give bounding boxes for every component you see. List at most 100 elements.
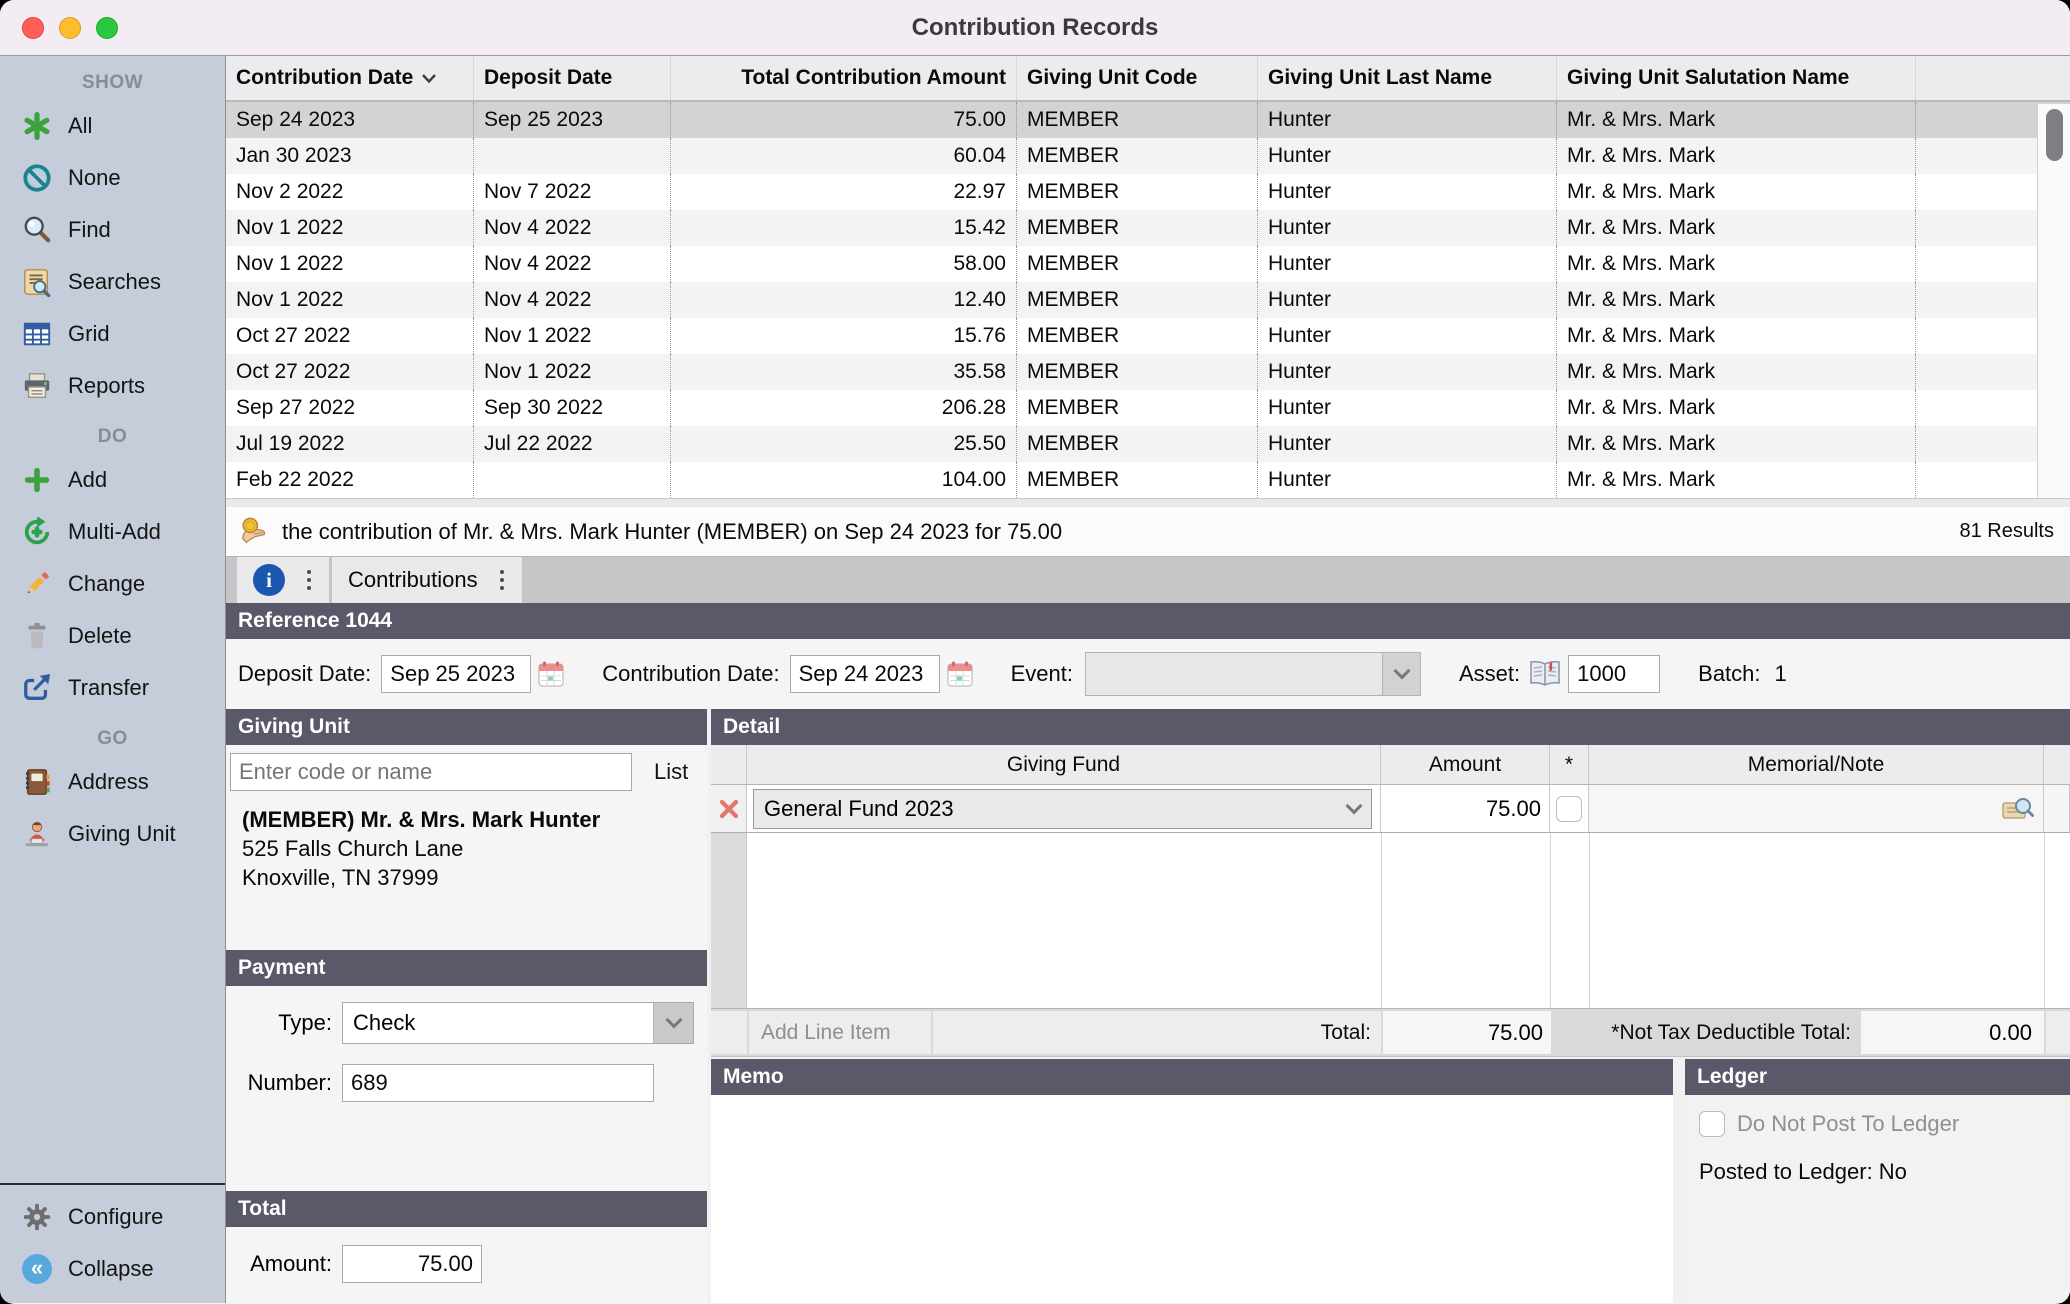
tab-contributions[interactable]: Contributions xyxy=(332,557,522,603)
table-row[interactable]: Jul 19 2022Jul 22 202225.50MEMBERHunterM… xyxy=(226,426,2070,462)
table-cell: 22.97 xyxy=(671,174,1017,210)
transfer-icon xyxy=(20,671,54,705)
giving-unit-panel: List (MEMBER) Mr. & Mrs. Mark Hunter 525… xyxy=(226,745,707,950)
event-select-button[interactable] xyxy=(1382,653,1420,695)
deposit-date-input[interactable] xyxy=(381,655,531,693)
table-row[interactable]: Nov 1 2022Nov 4 202212.40MEMBERHunterMr.… xyxy=(226,282,2070,318)
tab-menu-icon[interactable] xyxy=(305,568,313,592)
plus-icon xyxy=(20,463,54,497)
sidebar-item-change[interactable]: Change xyxy=(0,558,225,610)
table-cell: Nov 1 2022 xyxy=(474,354,671,390)
contribution-date-input[interactable] xyxy=(790,655,940,693)
payment-header: Payment xyxy=(226,950,707,986)
do-not-post-checkbox[interactable] xyxy=(1699,1111,1725,1137)
sidebar-footer: Configure « Collapse xyxy=(0,1183,225,1303)
sidebar-item-transfer[interactable]: Transfer xyxy=(0,662,225,714)
sidebar-item-delete[interactable]: Delete xyxy=(0,610,225,662)
table-horizontal-scrollbar[interactable] xyxy=(226,498,2070,507)
table-cell: Mr. & Mrs. Mark xyxy=(1557,138,1916,174)
table-cell-blank xyxy=(1916,426,2036,462)
table-vertical-scrollbar[interactable] xyxy=(2037,104,2070,498)
table-cell: Hunter xyxy=(1258,390,1557,426)
memo-textarea[interactable] xyxy=(711,1095,1673,1303)
zoom-button[interactable] xyxy=(96,17,118,39)
close-button[interactable] xyxy=(22,17,44,39)
event-select[interactable] xyxy=(1085,652,1421,696)
table-cell: MEMBER xyxy=(1017,390,1258,426)
line-item-amount[interactable]: 75.00 xyxy=(1381,785,1550,832)
footer-stub xyxy=(2046,1011,2070,1054)
sidebar-item-grid[interactable]: Grid xyxy=(0,308,225,360)
delete-line-item-button[interactable] xyxy=(711,785,747,832)
column-header-giving-unit-last-name[interactable]: Giving Unit Last Name xyxy=(1258,56,1557,100)
table-cell: Hunter xyxy=(1258,354,1557,390)
table-cell: MEMBER xyxy=(1017,246,1258,282)
contribution-date-calendar-button[interactable] xyxy=(947,661,973,687)
sidebar-item-collapse[interactable]: « Collapse xyxy=(0,1243,225,1295)
asset-input[interactable] xyxy=(1568,655,1660,693)
tab-menu-icon[interactable] xyxy=(498,568,506,592)
sidebar-item-searches[interactable]: Searches xyxy=(0,256,225,308)
sidebar-item-all[interactable]: All xyxy=(0,100,225,152)
list-button[interactable]: List xyxy=(648,758,694,786)
detail-line-item-row: General Fund 2023 75.00 xyxy=(711,785,2070,833)
sidebar-item-label: All xyxy=(68,113,92,139)
total-amount-input[interactable] xyxy=(342,1245,482,1283)
table-row[interactable]: Jan 30 202360.04MEMBERHunterMr. & Mrs. M… xyxy=(226,138,2070,174)
payment-type-select-button[interactable] xyxy=(653,1003,693,1043)
column-header-giving-unit-code[interactable]: Giving Unit Code xyxy=(1017,56,1258,100)
sidebar-item-find[interactable]: Find xyxy=(0,204,225,256)
table-row[interactable]: Nov 1 2022Nov 4 202215.42MEMBERHunterMr.… xyxy=(226,210,2070,246)
table-cell: Oct 27 2022 xyxy=(226,318,474,354)
giving-fund-select[interactable]: General Fund 2023 xyxy=(753,789,1372,829)
info-icon[interactable]: i xyxy=(253,564,285,596)
giving-unit-address-line1: 525 Falls Church Lane xyxy=(242,834,707,863)
column-header-contribution-date[interactable]: Contribution Date xyxy=(226,56,474,100)
sidebar-item-address[interactable]: Address xyxy=(0,756,225,808)
table-row[interactable]: Nov 2 2022Nov 7 202222.97MEMBERHunterMr.… xyxy=(226,174,2070,210)
sidebar-item-configure[interactable]: Configure xyxy=(0,1191,225,1243)
minimize-button[interactable] xyxy=(59,17,81,39)
column-header-total-contribution-amount[interactable]: Total Contribution Amount xyxy=(671,56,1017,100)
detail-row-stub xyxy=(2044,785,2070,832)
table-row[interactable]: Sep 27 2022Sep 30 2022206.28MEMBERHunter… xyxy=(226,390,2070,426)
table-cell-blank xyxy=(1916,246,2036,282)
payment-number-input[interactable] xyxy=(342,1064,654,1102)
total-panel: Amount: xyxy=(226,1227,707,1303)
sidebar-item-reports[interactable]: Reports xyxy=(0,360,225,412)
table-cell: Hunter xyxy=(1258,102,1557,138)
grid-icon xyxy=(20,317,54,351)
info-tab[interactable]: i xyxy=(237,557,329,603)
scrollbar-thumb[interactable] xyxy=(2046,109,2063,161)
sidebar-item-add[interactable]: Add xyxy=(0,454,225,506)
tab-bar: i Contributions xyxy=(226,557,2070,603)
table-row[interactable]: Sep 24 2023Sep 25 202375.00MEMBERHunterM… xyxy=(226,102,2070,138)
record-editor: Giving Unit List (MEMBER) Mr. & Mrs. Mar… xyxy=(226,709,2070,1303)
column-header-giving-unit-salutation-name[interactable]: Giving Unit Salutation Name xyxy=(1557,56,1916,100)
deposit-date-calendar-button[interactable] xyxy=(538,661,564,687)
table-cell: Nov 1 2022 xyxy=(226,282,474,318)
ledger-book-icon[interactable] xyxy=(1528,657,1562,691)
table-row[interactable]: Oct 27 2022Nov 1 202235.58MEMBERHunterMr… xyxy=(226,354,2070,390)
sidebar-item-none[interactable]: None xyxy=(0,152,225,204)
sidebar-item-multi-add[interactable]: Multi-Add xyxy=(0,506,225,558)
payment-type-select[interactable]: Check xyxy=(342,1002,694,1044)
table-row[interactable]: Oct 27 2022Nov 1 202215.76MEMBERHunterMr… xyxy=(226,318,2070,354)
memorial-note-cell[interactable] xyxy=(1589,785,2044,832)
calendar-icon xyxy=(947,661,973,687)
table-row[interactable]: Feb 22 2022104.00MEMBERHunterMr. & Mrs. … xyxy=(226,462,2070,498)
sidebar-item-giving-unit[interactable]: Giving Unit xyxy=(0,808,225,860)
table-cell: Hunter xyxy=(1258,462,1557,498)
table-row[interactable]: Nov 1 2022Nov 4 202258.00MEMBERHunterMr.… xyxy=(226,246,2070,282)
column-header-blank xyxy=(1916,56,2036,100)
not-tax-deductible-checkbox[interactable] xyxy=(1556,796,1582,822)
table-cell: Mr. & Mrs. Mark xyxy=(1557,102,1916,138)
search-icon xyxy=(20,213,54,247)
not-tax-deductible-total-value: 0.00 xyxy=(1861,1011,2044,1054)
table-cell: MEMBER xyxy=(1017,462,1258,498)
memorial-search-icon[interactable] xyxy=(2001,794,2035,824)
column-header-deposit-date[interactable]: Deposit Date xyxy=(474,56,671,100)
table-cell-blank xyxy=(1916,138,2036,174)
add-line-item-button[interactable]: Add Line Item xyxy=(749,1011,931,1054)
giving-unit-search-input[interactable] xyxy=(230,753,632,791)
